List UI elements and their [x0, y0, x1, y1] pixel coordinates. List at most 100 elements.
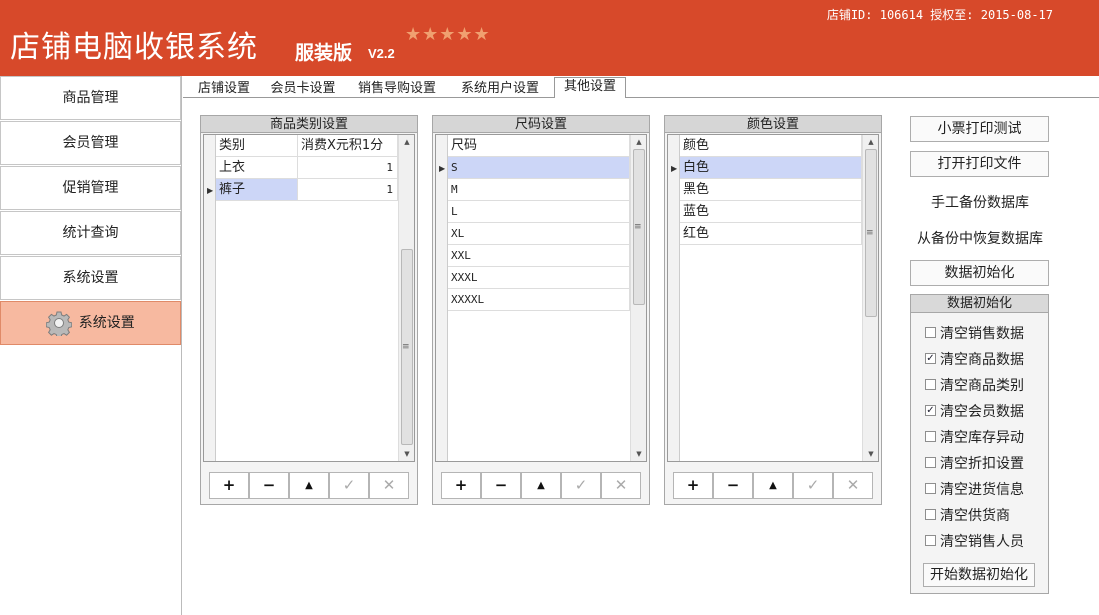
row-indicator-column	[436, 135, 448, 461]
sidebar-item-members[interactable]: 会员管理	[0, 121, 181, 165]
clear-purchases-checkbox[interactable]: 清空进货信息	[925, 481, 1024, 499]
manual-backup-link[interactable]: 手工备份数据库	[893, 192, 1067, 212]
table-cell[interactable]: XXL	[448, 245, 630, 267]
confirm-button[interactable]: ✓	[793, 472, 833, 499]
size-panel: 尺码设置 尺码 ▶ S M L XL XXL XXXL XXXXL ▲ ≡ ▼ …	[432, 115, 650, 505]
confirm-button[interactable]: ✓	[329, 472, 369, 499]
table-cell[interactable]: 1	[298, 179, 398, 201]
scroll-down-icon[interactable]: ▼	[863, 447, 878, 461]
table-cell[interactable]: 白色	[680, 157, 862, 179]
clear-sales-checkbox[interactable]: 清空销售数据	[925, 325, 1024, 343]
tab-store-settings[interactable]: 店铺设置	[191, 80, 257, 98]
tab-system-user-settings[interactable]: 系统用户设置	[456, 80, 544, 98]
clear-discounts-checkbox[interactable]: 清空折扣设置	[925, 455, 1024, 473]
confirm-button[interactable]: ✓	[561, 472, 601, 499]
sidebar-item-label: 会员管理	[62, 135, 119, 151]
vertical-scrollbar[interactable]: ▲ ≡ ▼	[398, 135, 414, 461]
clear-sales-staff-checkbox[interactable]: 清空销售人员	[925, 533, 1024, 551]
tab-sales-guide-settings[interactable]: 销售导购设置	[353, 80, 441, 98]
table-cell[interactable]: 1	[298, 157, 398, 179]
add-button[interactable]: +	[673, 472, 713, 499]
remove-button[interactable]: −	[713, 472, 753, 499]
row-indicator-column	[668, 135, 680, 461]
sidebar-item-settings[interactable]: 系统设置	[0, 256, 181, 300]
tab-other-settings[interactable]: 其他设置	[554, 77, 626, 99]
vertical-scrollbar[interactable]: ▲ ≡ ▼	[630, 135, 646, 461]
clear-members-checkbox[interactable]: ✓ 清空会员数据	[925, 403, 1024, 421]
table-cell[interactable]: 蓝色	[680, 201, 862, 223]
checkmark-icon[interactable]: ✓	[925, 404, 936, 416]
table-cell[interactable]: M	[448, 179, 630, 201]
checkbox-label: 清空商品类别	[940, 378, 1024, 394]
checkmark-icon[interactable]: ✓	[925, 352, 936, 364]
sidebar-item-promotions[interactable]: 促销管理	[0, 166, 181, 210]
table-cell[interactable]: XXXXL	[448, 289, 630, 311]
scroll-down-icon[interactable]: ▼	[399, 447, 414, 461]
column-header[interactable]: 颜色	[680, 135, 862, 157]
checkbox-box[interactable]	[925, 508, 936, 520]
remove-button[interactable]: −	[249, 472, 289, 499]
current-row-arrow-icon: ▶	[207, 186, 214, 195]
table-cell[interactable]: S	[448, 157, 630, 179]
scroll-up-icon[interactable]: ▲	[863, 135, 878, 149]
category-panel: 商品类别设置 类别 消费X元积1分 上衣 1 ▶ 裤子 1 ▲ ≡ ▼ + − …	[200, 115, 418, 505]
scroll-grip-icon: ≡	[402, 342, 410, 352]
cancel-button[interactable]: ✕	[833, 472, 873, 499]
start-init-button[interactable]: 开始数据初始化	[923, 563, 1035, 587]
sidebar-item-statistics[interactable]: 统计查询	[0, 211, 181, 255]
table-cell[interactable]: 上衣	[216, 157, 298, 179]
checkbox-box[interactable]	[925, 378, 936, 390]
clear-categories-checkbox[interactable]: 清空商品类别	[925, 377, 1024, 395]
init-data-button[interactable]: 数据初始化	[910, 260, 1049, 286]
sidebar-item-label: 系统设置	[62, 270, 119, 286]
table-cell[interactable]: 裤子	[216, 179, 298, 201]
size-grid: 尺码 ▶ S M L XL XXL XXXL XXXXL ▲ ≡ ▼	[435, 134, 647, 462]
tab-member-card-settings[interactable]: 会员卡设置	[265, 80, 341, 98]
cancel-button[interactable]: ✕	[369, 472, 409, 499]
column-header[interactable]: 消费X元积1分	[298, 135, 398, 157]
column-header[interactable]: 类别	[216, 135, 298, 157]
remove-button[interactable]: −	[481, 472, 521, 499]
sidebar-item-settings-active[interactable]: 系统设置	[0, 301, 181, 345]
open-print-file-button[interactable]: 打开打印文件	[910, 151, 1049, 177]
init-data-group: 数据初始化 清空销售数据 ✓ 清空商品数据 清空商品类别 ✓ 清空会员数据 清空库存…	[910, 294, 1049, 594]
table-cell[interactable]: XL	[448, 223, 630, 245]
add-button[interactable]: +	[209, 472, 249, 499]
scroll-grip-icon: ≡	[634, 222, 642, 232]
move-up-button[interactable]: ▲	[289, 472, 329, 499]
table-cell[interactable]: 红色	[680, 223, 862, 245]
table-cell[interactable]: XXXL	[448, 267, 630, 289]
sidebar-item-goods[interactable]: 商品管理	[0, 76, 181, 120]
table-cell[interactable]: L	[448, 201, 630, 223]
sidebar-item-label: 系统设置	[78, 315, 135, 331]
move-up-button[interactable]: ▲	[521, 472, 561, 499]
current-row-arrow-icon: ▶	[671, 164, 678, 173]
restore-backup-link[interactable]: 从备份中恢复数据库	[893, 228, 1067, 248]
print-test-button[interactable]: 小票打印测试	[910, 116, 1049, 142]
scroll-down-icon[interactable]: ▼	[631, 447, 646, 461]
checkbox-label: 清空商品数据	[940, 352, 1024, 368]
clear-suppliers-checkbox[interactable]: 清空供货商	[925, 507, 1010, 525]
store-info: 店铺ID: 106614 授权至: 2015-08-17	[826, 8, 1053, 22]
move-up-button[interactable]: ▲	[753, 472, 793, 499]
add-button[interactable]: +	[441, 472, 481, 499]
checkbox-box[interactable]	[925, 534, 936, 546]
scroll-up-icon[interactable]: ▲	[399, 135, 414, 149]
sidebar-item-label: 促销管理	[62, 180, 119, 196]
checkbox-label: 清空会员数据	[940, 404, 1024, 420]
vertical-scrollbar[interactable]: ▲ ≡ ▼	[862, 135, 878, 461]
clear-stock-changes-checkbox[interactable]: 清空库存异动	[925, 429, 1024, 447]
scroll-up-icon[interactable]: ▲	[631, 135, 646, 149]
checkbox-label: 清空供货商	[940, 508, 1010, 524]
checkbox-box[interactable]	[925, 326, 936, 338]
column-header[interactable]: 尺码	[448, 135, 630, 157]
cancel-button[interactable]: ✕	[601, 472, 641, 499]
checkbox-box[interactable]	[925, 456, 936, 468]
table-cell[interactable]: 黑色	[680, 179, 862, 201]
checkbox-box[interactable]	[925, 430, 936, 442]
color-panel: 颜色设置 颜色 ▶ 白色 黑色 蓝色 红色 ▲ ≡ ▼ + − ▲ ✓ ✕	[664, 115, 882, 505]
row-indicator-column	[204, 135, 216, 461]
checkbox-box[interactable]	[925, 482, 936, 494]
color-grid: 颜色 ▶ 白色 黑色 蓝色 红色 ▲ ≡ ▼	[667, 134, 879, 462]
clear-goods-checkbox[interactable]: ✓ 清空商品数据	[925, 351, 1024, 369]
